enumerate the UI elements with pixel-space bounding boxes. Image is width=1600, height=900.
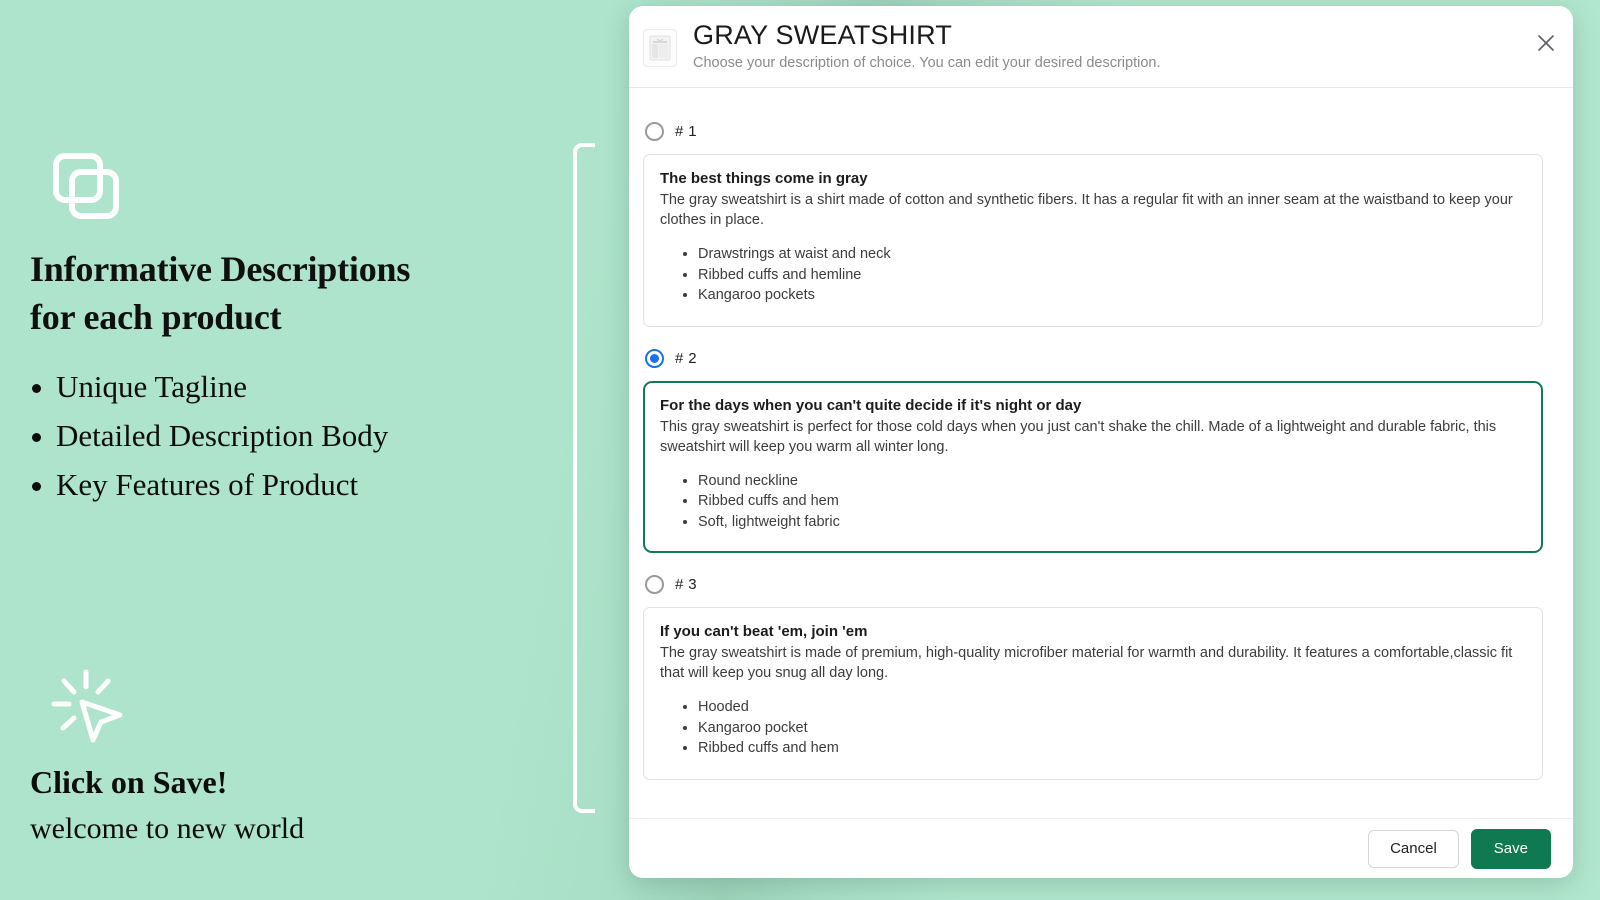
- description-chooser-modal: GRAY SWEATSHIRT Choose your description …: [629, 6, 1573, 878]
- list-item: Ribbed cuffs and hem: [698, 738, 1526, 759]
- save-button[interactable]: Save: [1470, 828, 1551, 869]
- list-item: Round neckline: [698, 471, 1526, 492]
- radio-option-1[interactable]: [645, 122, 664, 141]
- gray-sweatshirt-thumbnail: [643, 28, 677, 67]
- description-card-2[interactable]: For the days when you can't quite decide…: [643, 380, 1543, 553]
- bracket-decoration: [573, 143, 595, 813]
- list-item: Kangaroo pocket: [698, 718, 1526, 739]
- promo-heading-line-2: for each product: [30, 297, 282, 337]
- page-title: GRAY SWEATSHIRT: [693, 20, 953, 50]
- description-features: Drawstrings at waist and neck Ribbed cuf…: [660, 244, 1526, 306]
- list-item: Drawstrings at waist and neck: [698, 244, 1526, 265]
- cta-subtext: welcome to new world: [30, 812, 305, 845]
- list-item: Ribbed cuffs and hem: [698, 491, 1526, 512]
- list-item: Soft, lightweight fabric: [698, 512, 1526, 533]
- modal-footer: Cancel Save: [629, 818, 1573, 878]
- list-item: Ribbed cuffs and hemline: [698, 265, 1526, 286]
- description-option-1: # 1 The best things come in gray The gra…: [643, 122, 1543, 327]
- description-options-list: # 1 The best things come in gray The gra…: [629, 88, 1573, 818]
- description-title: For the days when you can't quite decide…: [660, 396, 1082, 414]
- promo-feature-list: Unique Tagline Detailed Description Body…: [30, 362, 570, 509]
- list-item: Key Features of Product: [30, 460, 570, 509]
- list-item: Hooded: [698, 697, 1526, 718]
- description-option-2: # 2 For the days when you can't quite de…: [643, 348, 1543, 553]
- modal-header-text: GRAY SWEATSHIRT Choose your description …: [693, 19, 1555, 74]
- option-2-label: # 2: [675, 349, 698, 367]
- description-body: The gray sweatshirt is a shirt made of c…: [660, 192, 1513, 228]
- list-item: Unique Tagline: [30, 362, 570, 411]
- cancel-button[interactable]: Cancel: [1368, 829, 1459, 868]
- description-body: The gray sweatshirt is made of premium, …: [660, 645, 1513, 681]
- click-cursor-icon: [48, 668, 128, 746]
- modal-subtitle: Choose your description of choice. You c…: [693, 55, 1161, 71]
- modal-header: GRAY SWEATSHIRT Choose your description …: [629, 6, 1573, 88]
- radio-option-2[interactable]: [645, 348, 664, 368]
- description-title: The best things come in gray: [660, 170, 868, 187]
- promo-heading-line-1: Informative Descriptions: [30, 249, 411, 289]
- list-item: Kangaroo pockets: [698, 285, 1526, 306]
- promo-panel: Informative Descriptions for each produc…: [0, 0, 600, 900]
- option-1-label: # 1: [675, 123, 698, 140]
- page-title: Informative Descriptions for each produc…: [30, 245, 550, 341]
- option-3-radio-row[interactable]: # 3: [643, 575, 1543, 594]
- radio-option-3[interactable]: [645, 575, 664, 594]
- description-card-1[interactable]: The best things come in gray The gray sw…: [643, 154, 1543, 327]
- description-card-3[interactable]: If you can't beat 'em, join 'em The gray…: [643, 607, 1543, 780]
- description-features: Hooded Kangaroo pocket Ribbed cuffs and …: [660, 697, 1526, 759]
- cta-heading: Click on Save!: [30, 764, 228, 800]
- copy-stacked-squares-icon: [50, 150, 122, 222]
- close-button[interactable]: [1531, 28, 1561, 58]
- description-option-3: # 3 If you can't beat 'em, join 'em The …: [643, 575, 1543, 780]
- description-features: Round neckline Ribbed cuffs and hem Soft…: [660, 471, 1526, 533]
- list-item: Detailed Description Body: [30, 411, 570, 460]
- option-2-radio-row[interactable]: # 2: [643, 348, 1543, 368]
- option-3-label: # 3: [675, 576, 698, 593]
- option-1-radio-row[interactable]: # 1: [643, 122, 1543, 141]
- close-icon: [1538, 35, 1554, 51]
- description-title: If you can't beat 'em, join 'em: [660, 623, 868, 640]
- description-body: This gray sweatshirt is perfect for thos…: [660, 418, 1497, 455]
